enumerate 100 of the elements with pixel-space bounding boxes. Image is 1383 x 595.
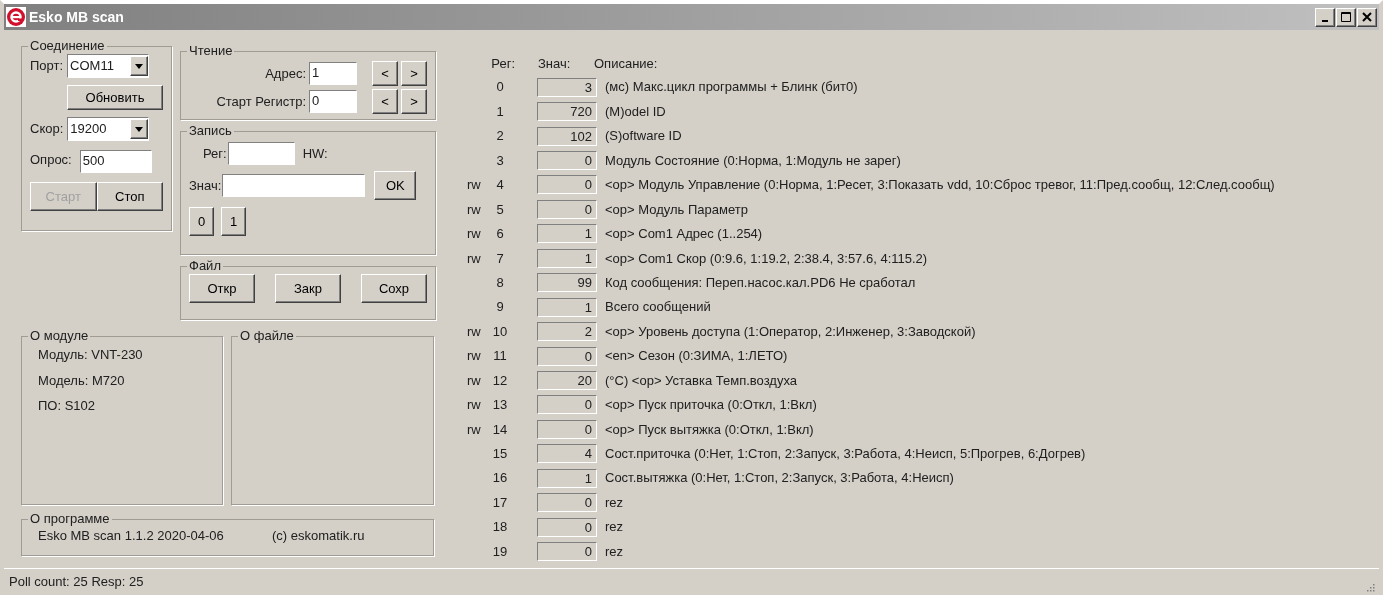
maximize-icon — [1341, 12, 1351, 22]
group-title: Соединение — [29, 39, 106, 53]
button[interactable]: 1 — [221, 207, 246, 236]
field-label: HW: — [302, 144, 328, 163]
button[interactable]: Сохр — [361, 274, 427, 303]
button[interactable]: Обновить — [67, 85, 163, 110]
value-field: 720 — [537, 102, 597, 122]
window-title: Esko MB scan — [29, 7, 125, 27]
button[interactable]: 0 — [189, 207, 214, 236]
version-text: Esko MB scan 1.1.2 2020-04-06 — [38, 527, 225, 545]
register-number: 4 — [495, 176, 505, 195]
field-label: Рег: — [203, 144, 227, 163]
button[interactable]: OK — [374, 171, 417, 200]
value-field: 20 — [537, 370, 597, 390]
app-logo-icon — [6, 7, 26, 27]
input-field[interactable]: 500 — [79, 150, 152, 173]
minimize-button[interactable] — [1315, 7, 1335, 27]
button[interactable]: < — [372, 61, 398, 86]
register-number: 9 — [495, 298, 505, 317]
access-mode: rw — [467, 348, 481, 364]
access-mode: rw — [467, 397, 481, 413]
field-label: Опрос: — [30, 151, 72, 170]
register-number: 19 — [491, 542, 509, 561]
register-description: (°C) <op> Уставка Темп.воздуха — [605, 371, 797, 390]
value-field: 3 — [537, 77, 597, 97]
input-field[interactable]: 0 — [309, 90, 357, 113]
register-description: Сост.приточка (0:Нет, 1:Стоп, 2:Запуск, 3:Работа, 4:Неисп, 5:Прогрев, 6:Догрев) — [605, 445, 1086, 464]
access-mode: rw — [467, 421, 481, 437]
value-field: 0 — [537, 175, 597, 195]
register-number: 16 — [491, 469, 509, 488]
register-number: 0 — [495, 78, 505, 97]
register-number: 17 — [491, 493, 509, 512]
register-description: (S)oftware ID — [605, 127, 682, 146]
input-field[interactable] — [227, 142, 295, 165]
access-mode: rw — [467, 323, 481, 339]
group-title: О программе — [29, 512, 111, 526]
value-field: 0 — [537, 346, 597, 366]
register-number: 14 — [491, 420, 509, 439]
register-number: 11 — [492, 347, 508, 366]
close-button[interactable] — [1357, 7, 1377, 27]
dropdown[interactable]: COM11 — [67, 54, 150, 78]
register-description: Модуль Состояние (0:Норма, 1:Модуль не зарег) — [605, 151, 901, 170]
register-description: <op> Com1 Скор (0:9.6, 1:19.2, 2:38.4, 3:57.6, 4:115.2) — [605, 249, 928, 268]
access-mode: rw — [467, 226, 481, 242]
value-field: 2 — [537, 322, 597, 342]
register-number: 18 — [491, 518, 509, 537]
field-label: Знач: — [189, 176, 222, 195]
button[interactable]: > — [401, 89, 427, 114]
field-label: Адрес: — [265, 64, 306, 83]
button[interactable]: > — [401, 61, 427, 86]
value-field: 0 — [537, 199, 597, 219]
field-label: Порт: — [30, 57, 64, 76]
column-header: Описание: — [593, 55, 658, 74]
button[interactable]: Стоп — [96, 182, 163, 211]
value-field: 0 — [537, 395, 597, 415]
button[interactable]: Закр — [275, 274, 341, 303]
input-field[interactable]: 1 — [309, 62, 357, 85]
access-mode: rw — [467, 201, 481, 217]
register-description: <en> Сезон (0:ЗИМА, 1:ЛЕТО) — [605, 347, 788, 366]
module-info-text: Модуль: VNT-230 — [38, 346, 144, 364]
register-description: <op> Уровень доступа (1:Оператор, 2:Инженер, 3:Заводской) — [605, 322, 976, 341]
register-description: <op> Com1 Адрес (1..254) — [605, 225, 763, 244]
register-description: rez — [605, 518, 624, 537]
module-info-text: ПО: S102 — [38, 397, 97, 415]
register-description: rez — [605, 493, 624, 512]
input-field[interactable] — [222, 174, 366, 197]
value-field: 1 — [537, 224, 597, 244]
register-description: <op> Модуль Параметр — [605, 200, 748, 219]
group-title: Запись — [188, 124, 233, 138]
button[interactable]: < — [372, 89, 398, 114]
value-field: 0 — [537, 419, 597, 439]
caret-icon — [130, 56, 149, 76]
value-field: 0 — [537, 493, 597, 513]
button[interactable]: Откр — [189, 274, 255, 303]
field-label: Старт Регистр: — [216, 92, 306, 111]
resize-grip-icon — [1365, 582, 1375, 592]
caret-icon — [130, 119, 149, 139]
register-description: <op> Пуск приточка (0:Откл, 1:Вкл) — [605, 396, 817, 415]
value-field: 0 — [537, 542, 597, 562]
value-field: 4 — [537, 444, 597, 464]
register-number: 10 — [491, 322, 509, 341]
value-field: 102 — [537, 126, 597, 146]
maximize-button[interactable] — [1336, 7, 1356, 27]
group-title: О модуле — [29, 329, 90, 343]
register-number: 12 — [491, 371, 509, 390]
register-description: (M)odel ID — [605, 102, 666, 121]
value-field: 0 — [537, 517, 597, 537]
register-number: 7 — [495, 249, 505, 268]
group-title: О файле — [239, 329, 295, 343]
value-field: 99 — [537, 273, 597, 293]
module-info-text: Модель: M720 — [38, 371, 126, 390]
group-title: Чтение — [188, 44, 234, 58]
value-field: 1 — [537, 248, 597, 268]
dropdown[interactable]: 19200 — [67, 117, 150, 141]
value-field: 0 — [537, 151, 597, 171]
register-description: <op> Пуск вытяжка (0:Откл, 1:Вкл) — [605, 420, 814, 439]
register-description: (мс) Макс.цикл программы + Блинк (бит0) — [605, 78, 858, 97]
register-description: Всего сообщений — [605, 298, 711, 317]
value-field: 1 — [537, 297, 597, 317]
register-description: rez — [605, 542, 624, 561]
